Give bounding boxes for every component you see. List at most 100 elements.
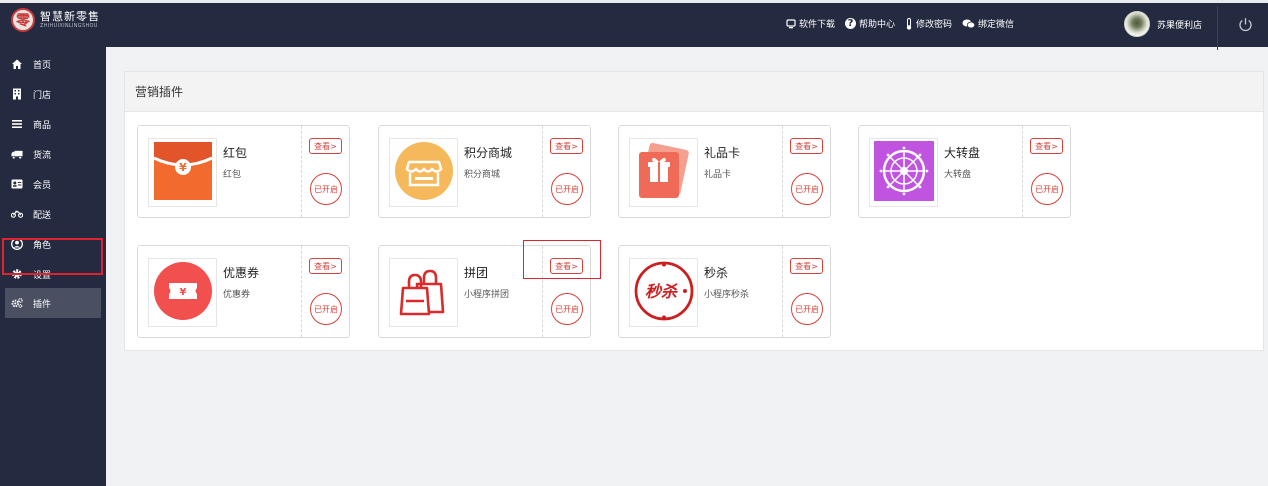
plugin-icon-box [389,138,458,207]
sidebar-item-plugins[interactable]: 插件 [5,288,101,318]
coupon-icon: ¥ [152,260,214,326]
plugin-subtitle: 优惠券 [223,290,251,300]
sidebar-item-label: 货流 [33,150,52,161]
panel-header: 营销插件 [125,72,1263,112]
view-button-highlight-box [523,240,601,279]
sidebar-item-stores[interactable]: 门店 [0,79,106,109]
thermometer-icon [905,17,913,30]
plugin-card-coupon: ¥ 优惠券 优惠券 查看> 已开启 [137,245,350,338]
sidebar-item-label: 门店 [33,90,52,101]
logo-subtitle: ZHIHUIXINLINGSHOU [40,22,98,29]
sidebar-item-home[interactable]: 首页 [0,49,106,79]
sidebar-item-members[interactable]: 会员 [0,169,106,199]
card-divider [782,246,783,337]
plugin-subtitle: 小程序拼团 [464,290,510,300]
svg-text:¥: ¥ [179,161,187,174]
avatar [1124,11,1150,37]
top-bar: 零 智慧新零售 ZHIHUIXINLINGSHOU 软件下载 ? 帮助中心 修改… [0,0,1268,50]
plugin-card-points-mall: 积分商城 积分商城 查看> 已开启 [378,125,591,218]
user-menu[interactable]: 苏果便利店 [1124,11,1202,37]
view-button[interactable]: 查看> [550,138,583,154]
flash-sale-icon-text: 秒杀 [644,282,677,301]
change-password-link[interactable]: 修改密码 [905,17,952,30]
building-icon [11,88,23,100]
status-badge: 已开启 [551,173,583,205]
sidebar-item-logistics[interactable]: 货流 [0,139,106,169]
gift-card-icon [633,140,695,206]
svg-text:¥: ¥ [179,287,186,298]
store-icon [393,140,455,206]
flash-sale-icon: 秒杀 [633,260,695,326]
plugin-subtitle: 小程序秒杀 [704,290,750,300]
id-card-icon [11,178,23,190]
status-badge: 已开启 [310,173,342,205]
card-divider [301,126,302,217]
panel-title: 营销插件 [135,85,184,99]
plugin-subtitle: 红包 [223,170,242,180]
plugin-title: 优惠券 [223,266,260,280]
help-label: 帮助中心 [859,20,896,30]
card-divider [1022,126,1023,217]
plugin-icon-box [869,138,938,207]
sidebar-item-label: 会员 [33,180,52,191]
plugin-title: 秒杀 [704,266,729,280]
plugin-subtitle: 积分商城 [464,170,501,180]
sidebar-item-label: 配送 [33,210,52,221]
list-icon [11,118,23,130]
sidebar-item-label: 插件 [33,299,52,310]
status-badge: 已开启 [791,293,823,325]
view-button[interactable]: 查看> [309,258,342,274]
status-badge: 已开启 [1031,173,1063,205]
gears-icon [11,297,23,309]
top-links: 软件下载 ? 帮助中心 修改密码 绑定微信 [786,17,1024,30]
top-divider [1217,6,1218,50]
app-logo[interactable]: 零 智慧新零售 ZHIHUIXINLINGSHOU [11,8,100,32]
sidebar-item-label: 商品 [33,120,52,131]
plugin-card-red-envelope: ¥ 红包 红包 查看> 已开启 [137,125,350,218]
user-name: 苏果便利店 [1157,20,1203,31]
plugin-card-lucky-wheel: 大转盘 大转盘 查看> 已开启 [858,125,1071,218]
sidebar-item-products[interactable]: 商品 [0,109,106,139]
help-link[interactable]: ? 帮助中心 [845,17,895,30]
help-icon: ? [845,18,857,29]
download-label: 软件下载 [799,20,836,30]
plugin-subtitle: 礼品卡 [704,170,732,180]
download-link[interactable]: 软件下载 [786,17,835,30]
power-icon[interactable] [1238,17,1253,32]
plugin-title: 拼团 [464,266,489,280]
download-icon [786,18,796,29]
shopping-bags-icon [393,260,455,326]
plugin-title: 大转盘 [944,146,981,160]
plugin-icon-box: ¥ [148,138,217,207]
motorcycle-icon [11,208,23,220]
logo-mark: 零 [11,8,35,32]
view-button[interactable]: 查看> [790,258,823,274]
card-divider [301,246,302,337]
plugin-icon-box [389,258,458,327]
logo-title: 智慧新零售 [40,9,100,23]
plugin-icon-box: ¥ [148,258,217,327]
wechat-icon [962,19,976,29]
sidebar-item-label: 首页 [33,60,52,71]
change-password-label: 修改密码 [916,20,953,30]
red-envelope-icon: ¥ [152,140,214,206]
plugin-card-gift-card: 礼品卡 礼品卡 查看> 已开启 [618,125,831,218]
card-divider [782,126,783,217]
plugin-icon-box [629,138,698,207]
view-button[interactable]: 查看> [1030,138,1063,154]
plugin-icon-box: 秒杀 [629,258,698,327]
plugin-card-flash-sale: 秒杀 秒杀 小程序秒杀 查看> 已开启 [618,245,831,338]
sidebar-item-delivery[interactable]: 配送 [0,199,106,229]
logo-text: 智慧新零售 ZHIHUIXINLINGSHOU [40,9,100,30]
plugin-subtitle: 大转盘 [944,170,972,180]
status-badge: 已开启 [551,293,583,325]
view-button[interactable]: 查看> [309,138,342,154]
home-icon [11,58,23,70]
plugin-title: 礼品卡 [704,146,741,160]
status-badge: 已开启 [310,293,342,325]
truck-icon [11,148,23,160]
bind-wechat-link[interactable]: 绑定微信 [962,17,1014,30]
plugins-highlight-box [2,238,103,275]
view-button[interactable]: 查看> [790,138,823,154]
card-divider [542,126,543,217]
